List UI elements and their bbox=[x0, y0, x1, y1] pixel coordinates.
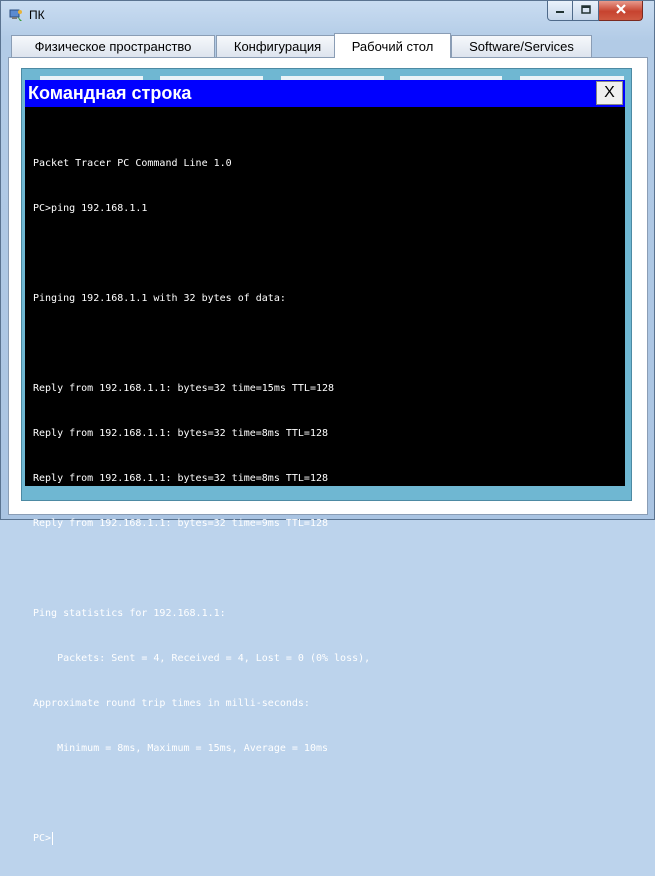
text-cursor bbox=[52, 832, 54, 845]
prompt-line[interactable]: PC> bbox=[33, 831, 618, 846]
close-icon bbox=[615, 2, 627, 20]
terminal-line: Ping statistics for 192.168.1.1: bbox=[33, 608, 226, 619]
terminal-line: PC>ping 192.168.1.1 bbox=[33, 203, 148, 214]
tab-configuration[interactable]: Конфигурация bbox=[216, 35, 339, 57]
terminal-line: Reply from 192.168.1.1: bytes=32 time=15… bbox=[33, 383, 335, 394]
command-prompt-text: PC> bbox=[33, 833, 52, 844]
close-button[interactable] bbox=[599, 1, 643, 21]
maximize-icon bbox=[580, 2, 591, 20]
window-title: ПК bbox=[29, 8, 45, 22]
terminal-line: Minimum = 8ms, Maximum = 15ms, Average =… bbox=[33, 743, 329, 754]
tab-desktop[interactable]: Рабочий стол bbox=[334, 33, 451, 58]
terminal-output[interactable]: Packet Tracer PC Command Line 1.0 PC>pin… bbox=[33, 126, 618, 876]
tab-bar: Физическое пространство Конфигурация Раб… bbox=[8, 33, 648, 58]
terminal-line: Packet Tracer PC Command Line 1.0 bbox=[33, 158, 232, 169]
window-titlebar[interactable]: ПК bbox=[1, 1, 654, 29]
terminal-line: Reply from 192.168.1.1: bytes=32 time=8m… bbox=[33, 428, 329, 439]
terminal-line: Approximate round trip times in milli-se… bbox=[33, 698, 310, 709]
tab-label: Физическое пространство bbox=[34, 39, 192, 54]
tab-label: Software/Services bbox=[469, 39, 574, 54]
tab-physical-space[interactable]: Физическое пространство bbox=[11, 35, 215, 57]
tab-label: Рабочий стол bbox=[351, 38, 434, 54]
command-prompt-close-button[interactable]: X bbox=[596, 81, 623, 105]
terminal-line: Packets: Sent = 4, Received = 4, Lost = … bbox=[33, 653, 371, 664]
command-prompt-window: Командная строка X Packet Tracer PC Comm… bbox=[25, 80, 625, 845]
command-prompt-title: Командная строка bbox=[28, 83, 192, 103]
terminal-line: Pinging 192.168.1.1 with 32 bytes of dat… bbox=[33, 293, 286, 304]
minimize-icon bbox=[555, 2, 565, 20]
tab-software-services[interactable]: Software/Services bbox=[451, 35, 592, 57]
minimize-button[interactable] bbox=[547, 1, 573, 21]
terminal-line: Reply from 192.168.1.1: bytes=32 time=9m… bbox=[33, 518, 329, 529]
terminal-line: Reply from 192.168.1.1: bytes=32 time=8m… bbox=[33, 473, 329, 484]
command-prompt-titlebar: Командная строка X bbox=[25, 80, 625, 107]
pc-icon bbox=[9, 8, 23, 22]
maximize-button[interactable] bbox=[573, 1, 599, 21]
tab-label: Конфигурация bbox=[233, 39, 322, 54]
